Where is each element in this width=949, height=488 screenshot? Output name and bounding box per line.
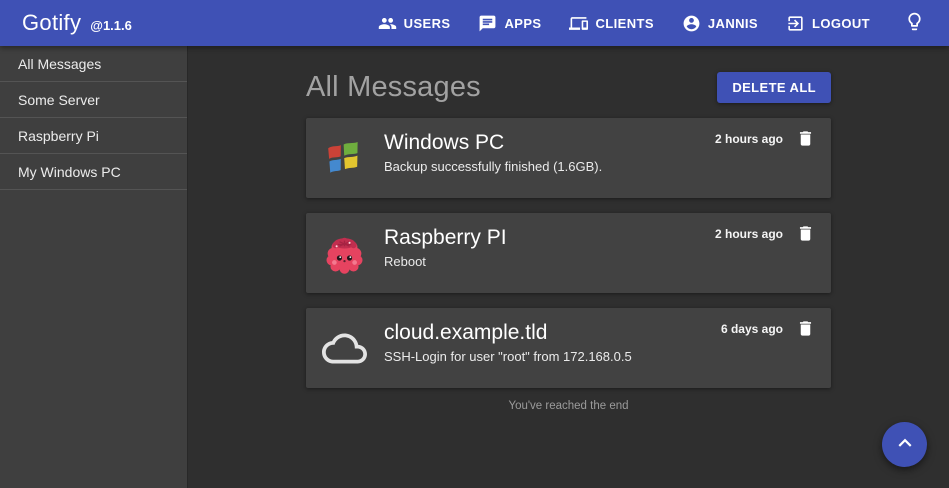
delete-all-button[interactable]: DELETE ALL xyxy=(717,72,831,103)
brand-name: Gotify xyxy=(22,10,81,36)
account-circle-icon xyxy=(682,14,701,33)
delete-message-button[interactable] xyxy=(796,224,815,246)
nav-label: CLIENTS xyxy=(595,16,653,31)
lightbulb-icon xyxy=(904,11,925,35)
gotify-app: Gotify @1.1.6 USERS APPS CLIENTS JANNIS xyxy=(0,0,949,488)
title-row: All Messages DELETE ALL xyxy=(306,46,831,104)
devices-icon xyxy=(569,14,588,33)
sidebar-item-label: Some Server xyxy=(18,92,100,108)
logout-icon xyxy=(786,14,805,33)
sidebar-item-my-windows-pc[interactable]: My Windows PC xyxy=(0,154,187,190)
sidebar-item-label: All Messages xyxy=(18,56,101,72)
sidebar-item-label: Raspberry Pi xyxy=(18,128,99,144)
message-title: Windows PC xyxy=(384,130,715,156)
message-title: Raspberry PI xyxy=(384,225,715,251)
end-of-list-text: You've reached the end xyxy=(306,400,831,412)
page-title: All Messages xyxy=(306,71,481,104)
main-content: All Messages DELETE ALL W xyxy=(188,46,949,488)
nav-label: LOGOUT xyxy=(812,16,870,31)
brand: Gotify @1.1.6 xyxy=(22,10,132,36)
message-text: Reboot xyxy=(384,254,715,269)
sidebar-item-label: My Windows PC xyxy=(18,164,121,180)
sidebar-item-raspberry-pi[interactable]: Raspberry Pi xyxy=(0,118,187,154)
sidebar: All Messages Some Server Raspberry Pi My… xyxy=(0,46,188,488)
message-title: cloud.example.tld xyxy=(384,320,721,346)
nav-item-users[interactable]: USERS xyxy=(378,14,451,33)
theme-toggle-button[interactable] xyxy=(904,11,925,35)
app-header: Gotify @1.1.6 USERS APPS CLIENTS JANNIS xyxy=(0,0,949,46)
message-text: Backup successfully finished (1.6GB). xyxy=(384,159,715,174)
trash-icon xyxy=(796,231,815,246)
nav-item-user-jannis[interactable]: JANNIS xyxy=(682,14,758,33)
cloud-icon xyxy=(322,326,367,371)
delete-message-button[interactable] xyxy=(796,129,815,151)
message-card: cloud.example.tld SSH-Login for user "ro… xyxy=(306,308,831,388)
chat-icon xyxy=(478,14,497,33)
windows-logo-icon xyxy=(322,136,367,181)
delete-message-button[interactable] xyxy=(796,319,815,341)
sidebar-item-some-server[interactable]: Some Server xyxy=(0,82,187,118)
message-timestamp: 2 hours ago xyxy=(715,132,783,146)
users-icon xyxy=(378,14,397,33)
trash-icon xyxy=(796,136,815,151)
nav-label: USERS xyxy=(404,16,451,31)
nav-label: JANNIS xyxy=(708,16,758,31)
message-card: Windows PC Backup successfully finished … xyxy=(306,118,831,198)
header-nav: USERS APPS CLIENTS JANNIS LOGOUT xyxy=(378,11,925,35)
nav-item-clients[interactable]: CLIENTS xyxy=(569,14,653,33)
brand-version: @1.1.6 xyxy=(90,18,132,33)
nav-item-apps[interactable]: APPS xyxy=(478,14,541,33)
chevron-up-icon xyxy=(892,430,918,459)
message-timestamp: 2 hours ago xyxy=(715,227,783,241)
raspberry-icon xyxy=(322,231,367,276)
message-card: Raspberry PI Reboot 2 hours ago xyxy=(306,213,831,293)
message-text: SSH-Login for user "root" from 172.168.0… xyxy=(384,349,721,364)
sidebar-item-all-messages[interactable]: All Messages xyxy=(0,46,187,82)
nav-item-logout[interactable]: LOGOUT xyxy=(786,14,870,33)
message-timestamp: 6 days ago xyxy=(721,322,783,336)
scroll-to-top-button[interactable] xyxy=(882,422,927,467)
nav-label: APPS xyxy=(504,16,541,31)
trash-icon xyxy=(796,326,815,341)
